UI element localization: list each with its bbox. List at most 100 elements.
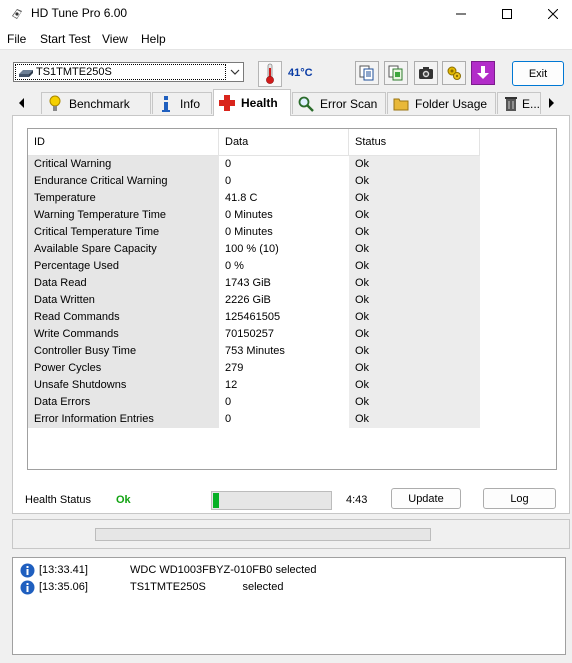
toolbar: TS1TMTE250S 41°C Exit (0, 51, 572, 91)
health-id-cell: Read Commands (28, 309, 219, 326)
health-status-cell: Ok (349, 207, 480, 224)
event-log: [13:33.41] WDC WD1003FBYZ-010FB0 selecte… (12, 557, 566, 655)
close-icon (548, 9, 558, 19)
update-button[interactable]: Update (391, 488, 461, 509)
close-button[interactable] (530, 0, 572, 28)
light-bulb-icon (46, 95, 64, 113)
health-status-cell: Ok (349, 377, 480, 394)
tab-info[interactable]: Info (152, 92, 212, 114)
health-data-cell: 1743 GiB (219, 275, 349, 292)
maximize-button[interactable] (484, 0, 530, 28)
menu-help[interactable]: Help (141, 32, 166, 46)
menu-start-test[interactable]: Start Test (40, 32, 90, 46)
maximize-icon (502, 9, 512, 19)
menu-view[interactable]: View (102, 32, 128, 46)
tab-erase-label: E... (521, 96, 540, 111)
status-strip (12, 519, 570, 549)
info-circle-icon (20, 580, 35, 595)
table-row[interactable]: Available Spare Capacity 100 % (10) Ok (28, 241, 480, 258)
table-row[interactable]: Temperature 41.8 C Ok (28, 190, 480, 207)
save-button[interactable] (471, 61, 495, 85)
tab-scroll-right[interactable] (542, 93, 560, 113)
log-button[interactable]: Log (483, 488, 556, 509)
health-id-cell: Error Information Entries (28, 411, 219, 428)
camera-icon (419, 67, 433, 79)
health-id-cell: Unsafe Shutdowns (28, 377, 219, 394)
table-row[interactable]: Warning Temperature Time 0 Minutes Ok (28, 207, 480, 224)
table-row[interactable]: Critical Temperature Time 0 Minutes Ok (28, 224, 480, 241)
thermometer-icon (266, 63, 274, 84)
screenshot-button[interactable] (414, 61, 438, 85)
tab-benchmark[interactable]: Benchmark (41, 92, 151, 114)
copy-screenshot-icon (388, 65, 403, 81)
table-row[interactable]: Read Commands 125461505 Ok (28, 309, 480, 326)
tab-scroll-left[interactable] (13, 93, 31, 113)
temperature-readout: 41°C (288, 67, 313, 79)
minimize-icon (456, 13, 466, 15)
table-row[interactable]: Data Errors 0 Ok (28, 394, 480, 411)
health-status-label: Health Status (25, 494, 92, 506)
copy-info-icon (359, 65, 374, 81)
health-data-cell: 0 (219, 156, 349, 173)
table-row[interactable]: Error Information Entries 0 Ok (28, 411, 480, 428)
status-progress-bar (95, 528, 431, 541)
minimize-button[interactable] (438, 0, 484, 28)
health-status-cell: Ok (349, 156, 480, 173)
table-row[interactable]: Write Commands 70150257 Ok (28, 326, 480, 343)
drive-icon (19, 70, 33, 77)
options-button[interactable] (442, 61, 466, 85)
options-icon (447, 66, 461, 80)
health-panel: ID Data Status Critical Warning 0 Ok Endura… (12, 115, 570, 514)
drive-select[interactable]: TS1TMTE250S (13, 62, 244, 82)
health-id-cell: Critical Temperature Time (28, 224, 219, 241)
health-status-cell: Ok (349, 292, 480, 309)
info-icon (157, 95, 175, 113)
health-status-cell: Ok (349, 224, 480, 241)
table-row[interactable]: Percentage Used 0 % Ok (28, 258, 480, 275)
tab-health[interactable]: Health (213, 89, 291, 116)
column-header-id[interactable]: ID (28, 129, 219, 156)
chevron-down-icon[interactable] (230, 67, 240, 77)
exit-button[interactable]: Exit (512, 61, 564, 86)
tab-bar: Benchmark Info Health Error Scan Folder … (0, 89, 572, 116)
copy-screenshot-button[interactable] (384, 61, 408, 85)
health-status-cell: Ok (349, 343, 480, 360)
table-row[interactable]: Critical Warning 0 Ok (28, 156, 480, 173)
log-message: WDC WD1003FBYZ-010FB0 selected (130, 564, 317, 576)
health-data-cell: 125461505 (219, 309, 349, 326)
health-data-cell: 100 % (10) (219, 241, 349, 258)
health-data-cell: 2226 GiB (219, 292, 349, 309)
log-entry: [13:33.41] WDC WD1003FBYZ-010FB0 selecte… (13, 562, 565, 579)
table-row[interactable]: Endurance Critical Warning 0 Ok (28, 173, 480, 190)
health-id-cell: Temperature (28, 190, 219, 207)
tab-erase[interactable]: E... (497, 92, 541, 114)
health-status-cell: Ok (349, 411, 480, 428)
save-icon (477, 66, 489, 79)
health-id-cell: Endurance Critical Warning (28, 173, 219, 190)
health-id-cell: Data Errors (28, 394, 219, 411)
table-row[interactable]: Power Cycles 279 Ok (28, 360, 480, 377)
temperature-button[interactable] (258, 61, 282, 87)
column-header-data[interactable]: Data (219, 129, 349, 156)
column-header-status[interactable]: Status (349, 129, 480, 156)
folder-icon (392, 95, 410, 113)
health-data-cell: 0 Minutes (219, 207, 349, 224)
health-data-cell: 0 (219, 394, 349, 411)
table-row[interactable]: Data Read 1743 GiB Ok (28, 275, 480, 292)
magnifier-icon (297, 95, 315, 113)
table-row[interactable]: Data Written 2226 GiB Ok (28, 292, 480, 309)
title-bar: HD Tune Pro 6.00 (0, 0, 572, 28)
table-row[interactable]: Controller Busy Time 753 Minutes Ok (28, 343, 480, 360)
tab-error-scan[interactable]: Error Scan (292, 92, 386, 114)
tab-folder-usage[interactable]: Folder Usage (387, 92, 496, 114)
health-status-cell: Ok (349, 173, 480, 190)
health-id-cell: Available Spare Capacity (28, 241, 219, 258)
table-row[interactable]: Unsafe Shutdowns 12 Ok (28, 377, 480, 394)
health-progress-bar (211, 491, 332, 510)
health-data-cell: 0 % (219, 258, 349, 275)
health-data-cell: 70150257 (219, 326, 349, 343)
copy-info-button[interactable] (355, 61, 379, 85)
menu-file[interactable]: File (7, 32, 26, 46)
tab-error-scan-label: Error Scan (320, 96, 378, 111)
log-time: [13:35.06] (39, 581, 88, 593)
